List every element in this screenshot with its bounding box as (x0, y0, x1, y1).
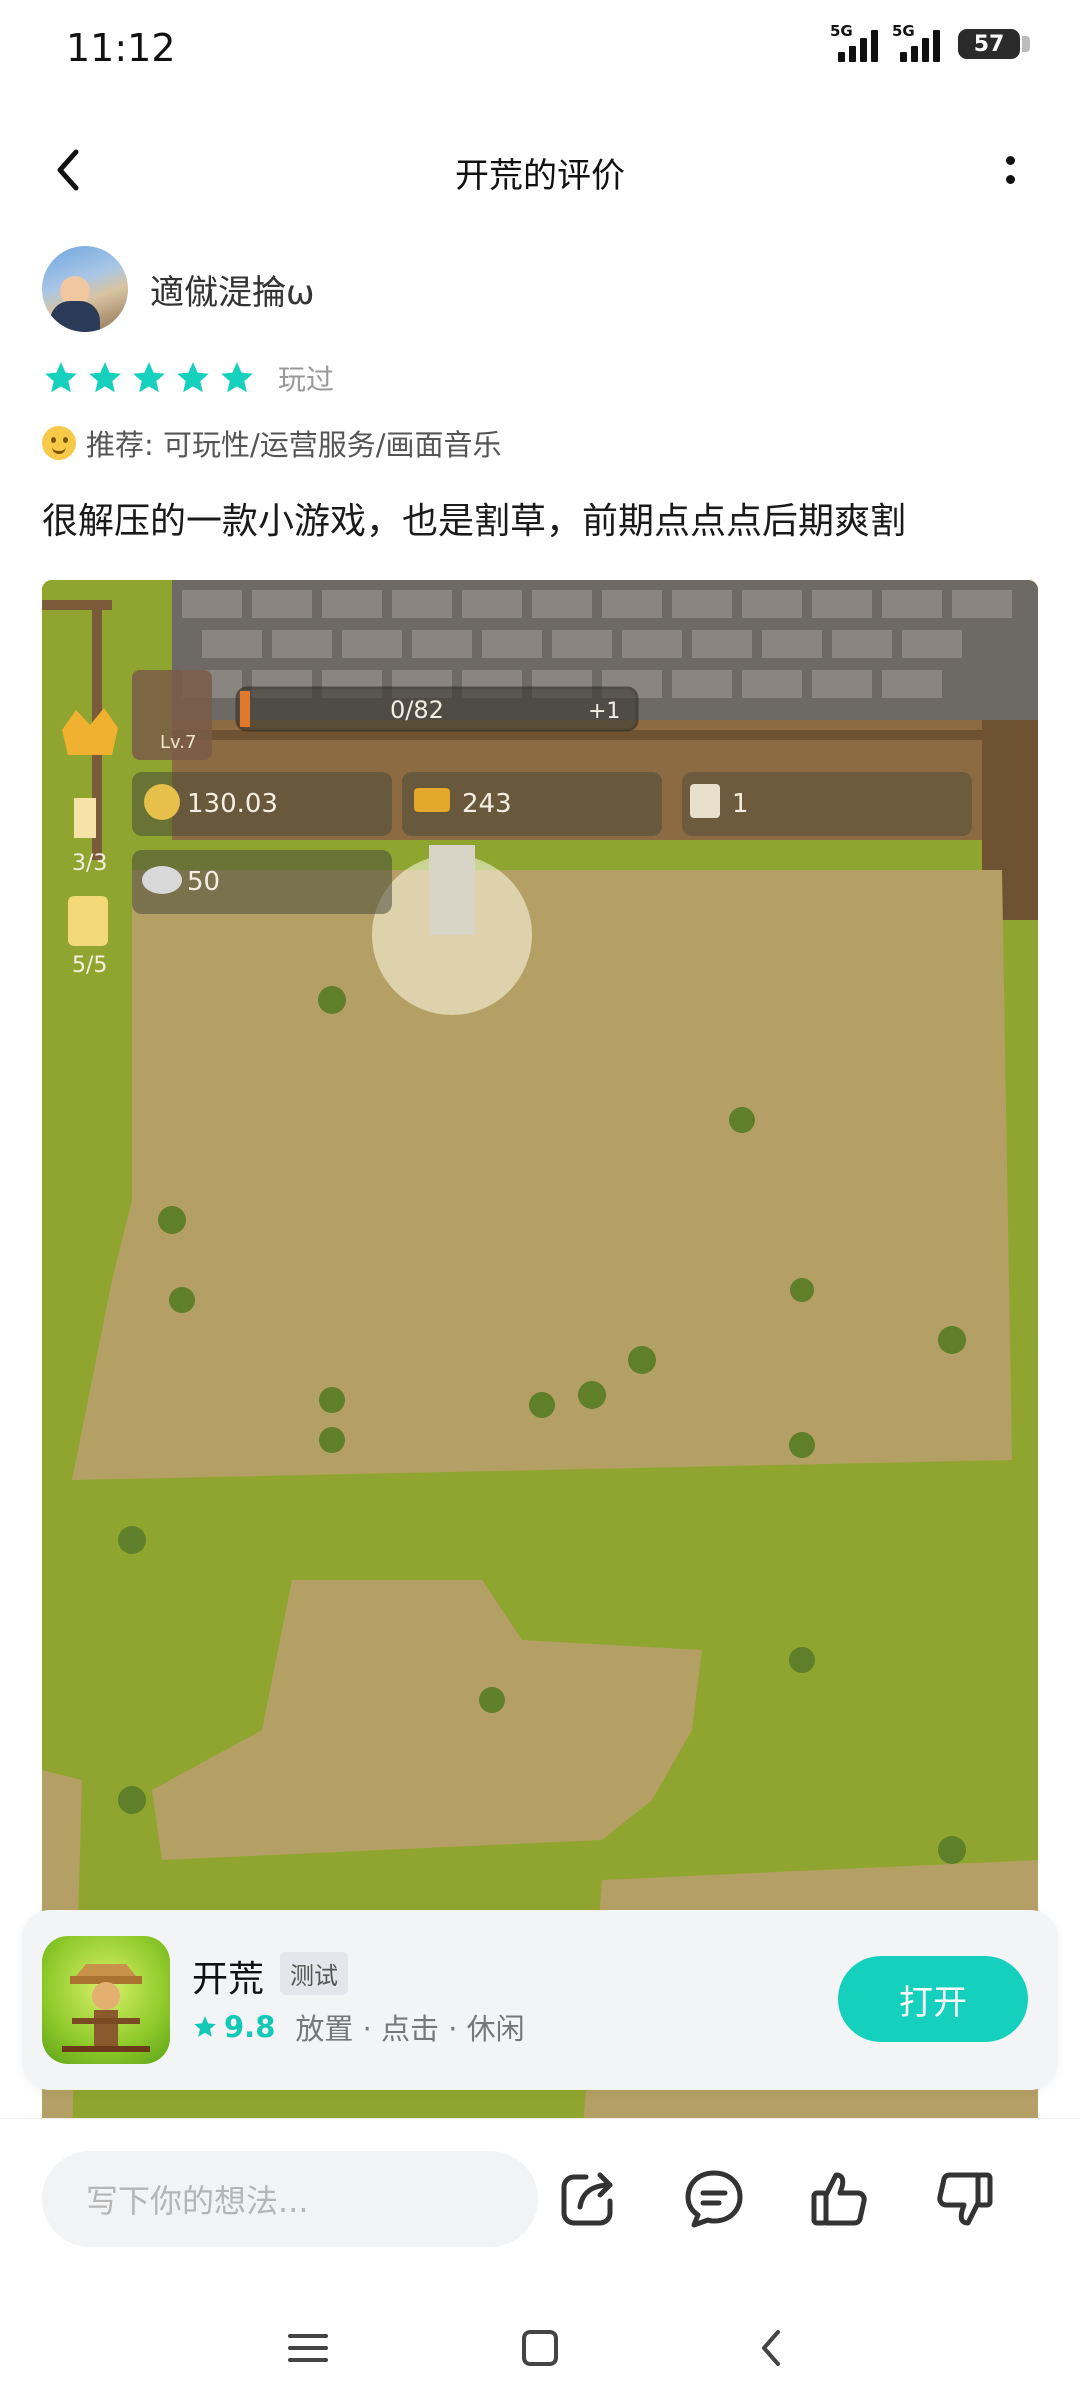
battery-level: 57 (973, 31, 1005, 57)
avatar[interactable] (42, 246, 128, 332)
gold-value: 130.03 (187, 789, 278, 819)
app-categories: 放置 · 点击 · 休闲 (295, 2012, 525, 2046)
home-icon (522, 2330, 558, 2366)
more-button[interactable] (980, 140, 1040, 200)
comment-icon (685, 2170, 743, 2228)
candle-count: 3/3 (72, 851, 107, 876)
username[interactable]: 適僦湜掄ω (150, 265, 314, 314)
signal-icon: 5G (830, 22, 878, 62)
like-button[interactable] (804, 2163, 876, 2235)
star-icon (45, 362, 77, 393)
candle-icon (74, 798, 96, 838)
battery-icon: 57 (958, 29, 1030, 59)
dislike-button[interactable] (928, 2163, 1000, 2235)
header: 开荒的评价 (0, 120, 1080, 220)
status-bar: 11:12 5G 5G 57 (0, 0, 1080, 100)
share-icon (561, 2172, 613, 2226)
star-icon (221, 362, 253, 393)
scroll-icon (690, 784, 720, 818)
share-button[interactable] (552, 2163, 624, 2235)
level-label: Lv.7 (160, 732, 196, 753)
back-icon (762, 2330, 780, 2366)
beer-count: 5/5 (72, 953, 107, 978)
signal-icon: 5G (892, 22, 940, 62)
home-button[interactable] (510, 2318, 570, 2378)
comment-button[interactable] (678, 2163, 750, 2235)
xp-bonus: +1 (588, 699, 620, 724)
star-icon (89, 362, 121, 393)
game-screenshot: Lv.7 0/82 +1 130.03 243 1 50 3/3 5/5 (42, 580, 1038, 2140)
xp-progress: 0/82 (390, 696, 444, 724)
stone-icon (142, 866, 182, 894)
review-image[interactable]: Lv.7 0/82 +1 130.03 243 1 50 3/3 5/5 (42, 580, 1038, 2140)
smile-icon (42, 426, 76, 460)
stone-value: 50 (187, 867, 220, 897)
star-rating (42, 359, 256, 397)
star-icon (133, 362, 165, 393)
beta-badge: 测试 (280, 1952, 348, 1995)
beer-icon (68, 896, 108, 946)
menu-button[interactable] (278, 2318, 338, 2378)
gold-bar-icon (414, 788, 450, 812)
app-card[interactable]: 开荒 测试 9.8 放置 · 点击 · 休闲 打开 (22, 1910, 1058, 2090)
scarecrow-icon (62, 1964, 150, 2052)
open-button[interactable]: 打开 (838, 1956, 1028, 2042)
gold-bar-value: 243 (462, 789, 512, 819)
app-name[interactable]: 开荒 (192, 1950, 264, 2002)
nav-back-button[interactable] (742, 2318, 802, 2378)
app-score: 9.8 (224, 2010, 276, 2044)
comment-input[interactable]: 写下你的想法... (42, 2151, 538, 2247)
action-bar: 写下你的想法... (0, 2118, 1080, 2288)
review-author[interactable]: 適僦湜掄ω (42, 246, 314, 332)
app-meta: 9.8 放置 · 点击 · 休闲 (192, 2006, 525, 2048)
played-label: 玩过 (278, 363, 335, 396)
thumbs-up-icon (811, 2172, 867, 2226)
app-icon[interactable] (42, 1936, 170, 2064)
review-text: 很解压的一款小游戏，也是割草，前期点点点后期爽割 (42, 501, 907, 542)
system-nav-bar (0, 2288, 1080, 2401)
gold-coin-icon (144, 784, 180, 820)
talent-value: 1 (732, 789, 749, 819)
star-icon (194, 2016, 216, 2037)
page-title: 开荒的评价 (455, 156, 625, 196)
thumbs-down-icon (937, 2172, 993, 2226)
menu-icon (288, 2334, 328, 2362)
rating-row: 玩过 (42, 358, 334, 398)
recommend-text: 推荐: 可玩性/运营服务/画面音乐 (86, 428, 502, 462)
status-time: 11:12 (66, 26, 176, 70)
status-icons: 5G 5G 57 (830, 22, 1030, 62)
more-vertical-icon (1005, 156, 1015, 165)
star-icon (177, 362, 209, 393)
recommend-row: 推荐: 可玩性/运营服务/画面音乐 (42, 422, 502, 464)
